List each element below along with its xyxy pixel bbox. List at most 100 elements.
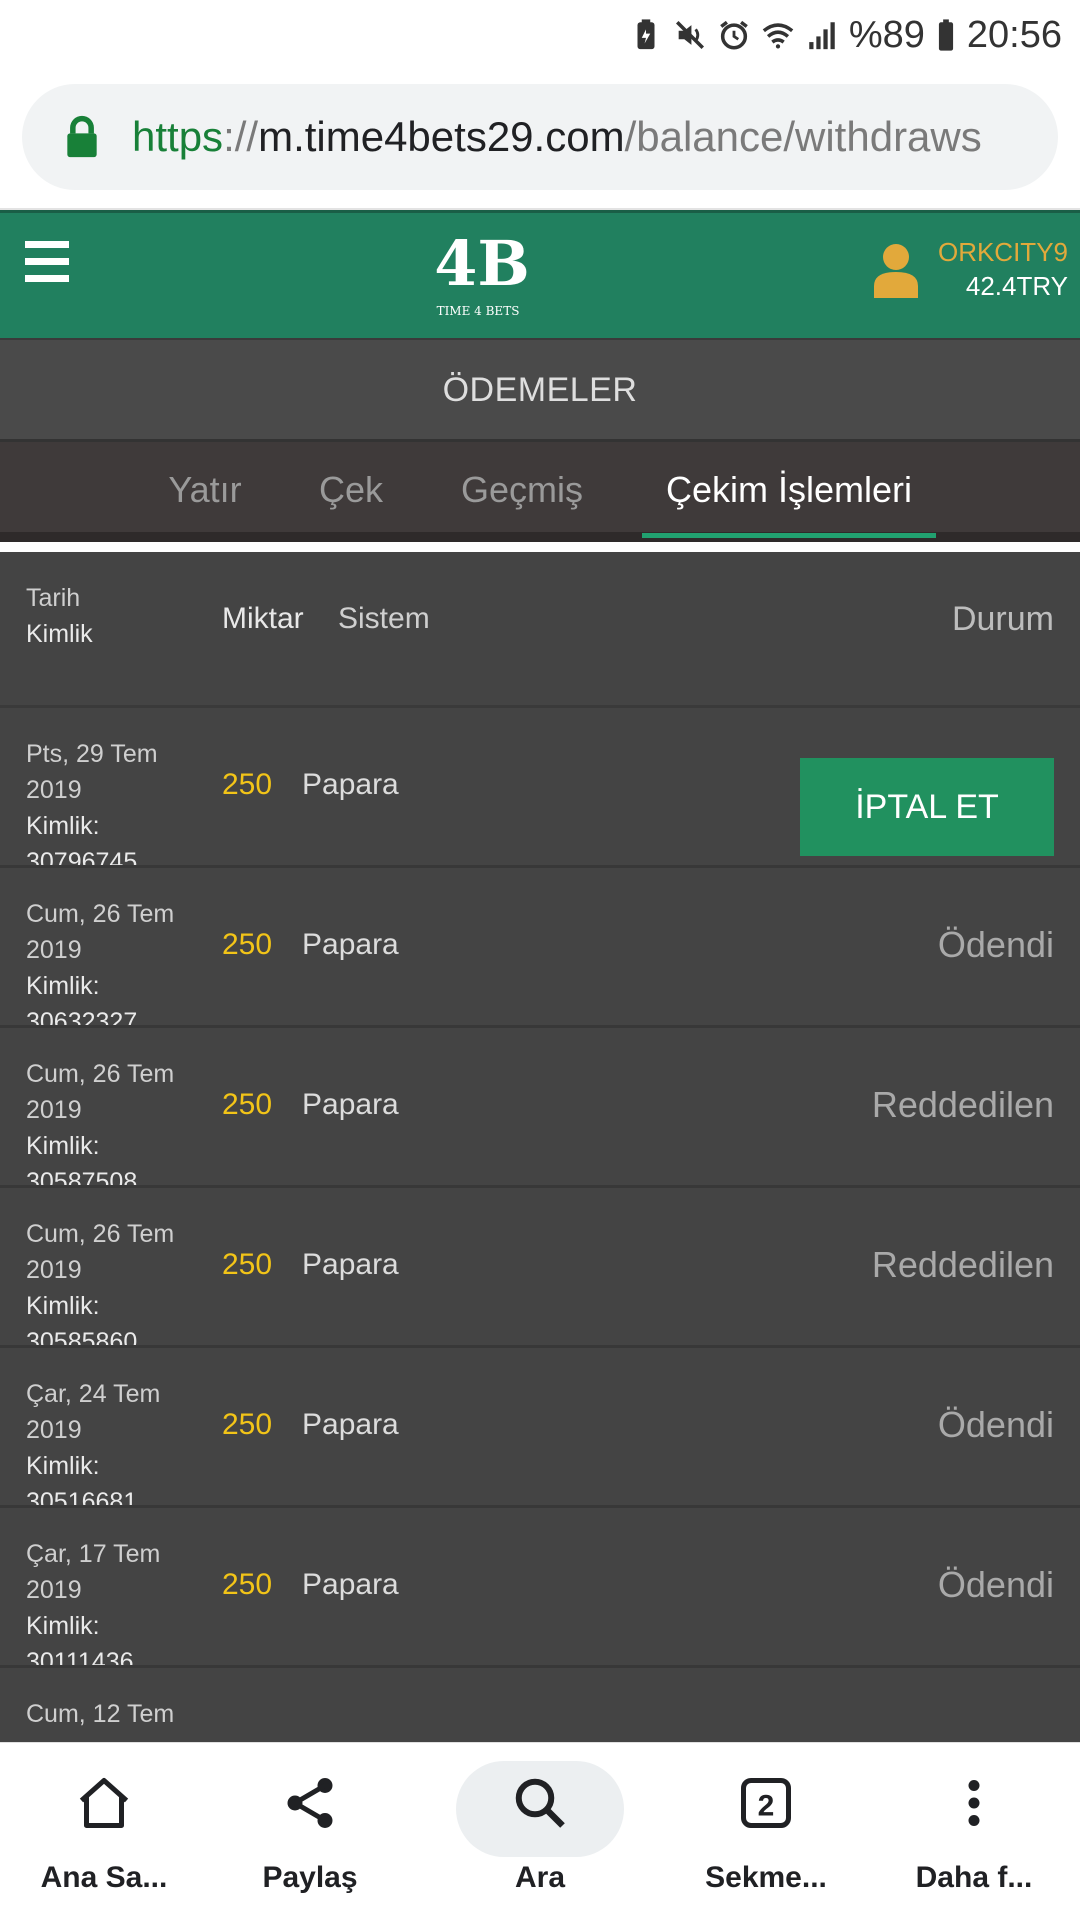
year-line: 2019 [26,776,82,804]
site-logo[interactable]: 4B TIME 4 BETS [420,223,545,323]
tab-cek[interactable]: Çek [305,442,397,538]
amount-cell: 250 [222,1088,273,1121]
header-kimlik: Kimlik [26,620,93,648]
nav-more[interactable]: Daha f... [884,1743,1064,1920]
balance: 42.4TRY [965,271,1068,301]
system-cell: Papara [302,1568,399,1601]
address-bar[interactable]: https://m.time4bets29.com/balance/withdr… [22,84,1058,190]
url-host: m.time4bets29.com [258,113,625,160]
year-line: 2019 [26,936,82,964]
date-cell: Cum, 26 Tem 2019 Kimlik: 30585860 [26,1216,196,1345]
kimlik-label: Kimlik: [26,1452,100,1480]
system-cell: Papara [302,768,399,801]
amount-cell: 250 [222,1248,273,1281]
status-cell: Ödendi [937,924,1054,965]
browser-bottom-nav: Ana Sa... Paylaş Ara 2 Sekme... Daha f..… [0,1742,1080,1920]
kimlik-label: Kimlik: [26,1612,100,1640]
year-line: 2019 [26,1256,82,1284]
tab-count: 2 [758,1790,775,1823]
browser-toolbar: https://m.time4bets29.com/balance/withdr… [0,70,1080,210]
amount-cell: 250 [222,1408,273,1441]
year-line: 2019 [26,1416,82,1444]
status-cell: Reddedilen [871,1244,1054,1285]
date-line: Cum, 12 Tem [26,1700,175,1728]
kimlik-value: 30632327 [26,1008,138,1028]
nav-home[interactable]: Ana Sa... [14,1743,194,1920]
system-cell: Papara [302,928,399,961]
table-row: Cum, 26 Tem 2019 Kimlik: 30585860 250 Pa… [0,1188,1080,1348]
table-row: Cum, 26 Tem 2019 Kimlik: 30587508 250 Pa… [0,1028,1080,1188]
nav-share-label: Paylaş [262,1861,358,1894]
system-cell: Papara [302,1408,399,1441]
table-row: Çar, 24 Tem 2019 Kimlik: 30516681 250 Pa… [0,1348,1080,1508]
date-cell: Pts, 29 Tem 2019 Kimlik: 30796745 [26,736,196,868]
cancel-withdrawal-button[interactable]: İPTAL ET [800,758,1054,856]
date-cell: Cum, 12 Tem [26,1696,196,1732]
lock-icon [67,115,97,158]
nav-tabs-label: Sekme... [705,1861,827,1894]
header-miktar: Miktar [222,602,304,635]
wifi-icon [762,23,794,49]
date-cell: Çar, 17 Tem 2019 Kimlik: 30111436 [26,1536,196,1668]
status-cell: Ödendi [937,1564,1054,1605]
tab-gecmis[interactable]: Geçmiş [448,442,596,538]
date-line: Çar, 17 Tem [26,1540,161,1568]
nav-tabs[interactable]: 2 Sekme... [676,1743,856,1920]
date-line: Çar, 24 Tem [26,1380,161,1408]
mute-icon [675,20,704,50]
date-cell: Çar, 24 Tem 2019 Kimlik: 30516681 [26,1376,196,1508]
battery-icon [938,19,953,51]
kimlik-value: 30587508 [26,1168,138,1188]
nav-search[interactable]: Ara [450,1743,630,1920]
date-cell: Cum, 26 Tem 2019 Kimlik: 30587508 [26,1056,196,1188]
amount-cell: 250 [222,928,273,961]
table-row: Pts, 29 Tem 2019 Kimlik: 30796745 250 Pa… [0,708,1080,868]
status-cell: Reddedilen [871,1084,1054,1125]
username: ORKCITY9 [937,237,1068,267]
year-line: 2019 [26,1576,82,1604]
site-header: 4B TIME 4 BETS ORKCITY9 42.4TRY [0,210,1080,338]
header-durum: Durum [951,600,1054,638]
kimlik-label: Kimlik: [26,1292,100,1320]
user-account[interactable]: ORKCITY9 42.4TRY [872,235,1068,303]
table-row: Cum, 26 Tem 2019 Kimlik: 30632327 250 Pa… [0,868,1080,1028]
kimlik-value: 30796745 [26,848,138,868]
alarm-icon [720,20,748,50]
tab-yatir[interactable]: Yatır [150,442,260,538]
header-tarih-kimlik: Tarih Kimlik [26,580,93,652]
nav-search-label: Ara [514,1861,566,1894]
nav-more-label: Daha f... [915,1861,1033,1894]
header-sistem: Sistem [338,602,430,635]
url-text: https://m.time4bets29.com/balance/withdr… [132,113,982,161]
kimlik-label: Kimlik: [26,972,100,1000]
date-cell: Cum, 26 Tem 2019 Kimlik: 30632327 [26,896,196,1028]
system-cell: Papara [302,1088,399,1121]
nav-share[interactable]: Paylaş [220,1743,400,1920]
clock-time: 20:56 [966,13,1062,56]
amount-cell: 250 [222,768,273,801]
kimlik-value: 30516681 [26,1488,138,1508]
system-cell: Papara [302,1248,399,1281]
logo-text: TIME 4 BETS [437,304,520,318]
share-icon [287,1778,333,1828]
date-line: Cum, 26 Tem [26,1220,175,1248]
date-line: Cum, 26 Tem [26,900,175,928]
signal-icon [809,22,835,50]
home-icon [79,1778,129,1828]
kimlik-value: 30111436 [26,1648,134,1668]
date-line: Cum, 26 Tem [26,1060,175,1088]
kimlik-label: Kimlik: [26,812,100,840]
date-line: Pts, 29 Tem [26,740,158,768]
status-cell: Ödendi [937,1404,1054,1445]
withdrawals-table: Tarih Kimlik Miktar Sistem Durum Pts, 29… [0,552,1080,1742]
year-line: 2019 [26,1096,82,1124]
amount-cell: 250 [222,1568,273,1601]
header-tarih: Tarih [26,584,81,612]
menu-icon[interactable] [25,241,69,283]
url-separator: :// [223,113,259,160]
battery-percent: %89 [848,13,925,56]
tab-cekim-islemleri[interactable]: Çekim İşlemleri [642,442,936,538]
user-avatar-icon [873,244,918,298]
page-title: ÖDEMELER [0,338,1080,442]
table-row: Çar, 17 Tem 2019 Kimlik: 30111436 250 Pa… [0,1508,1080,1668]
